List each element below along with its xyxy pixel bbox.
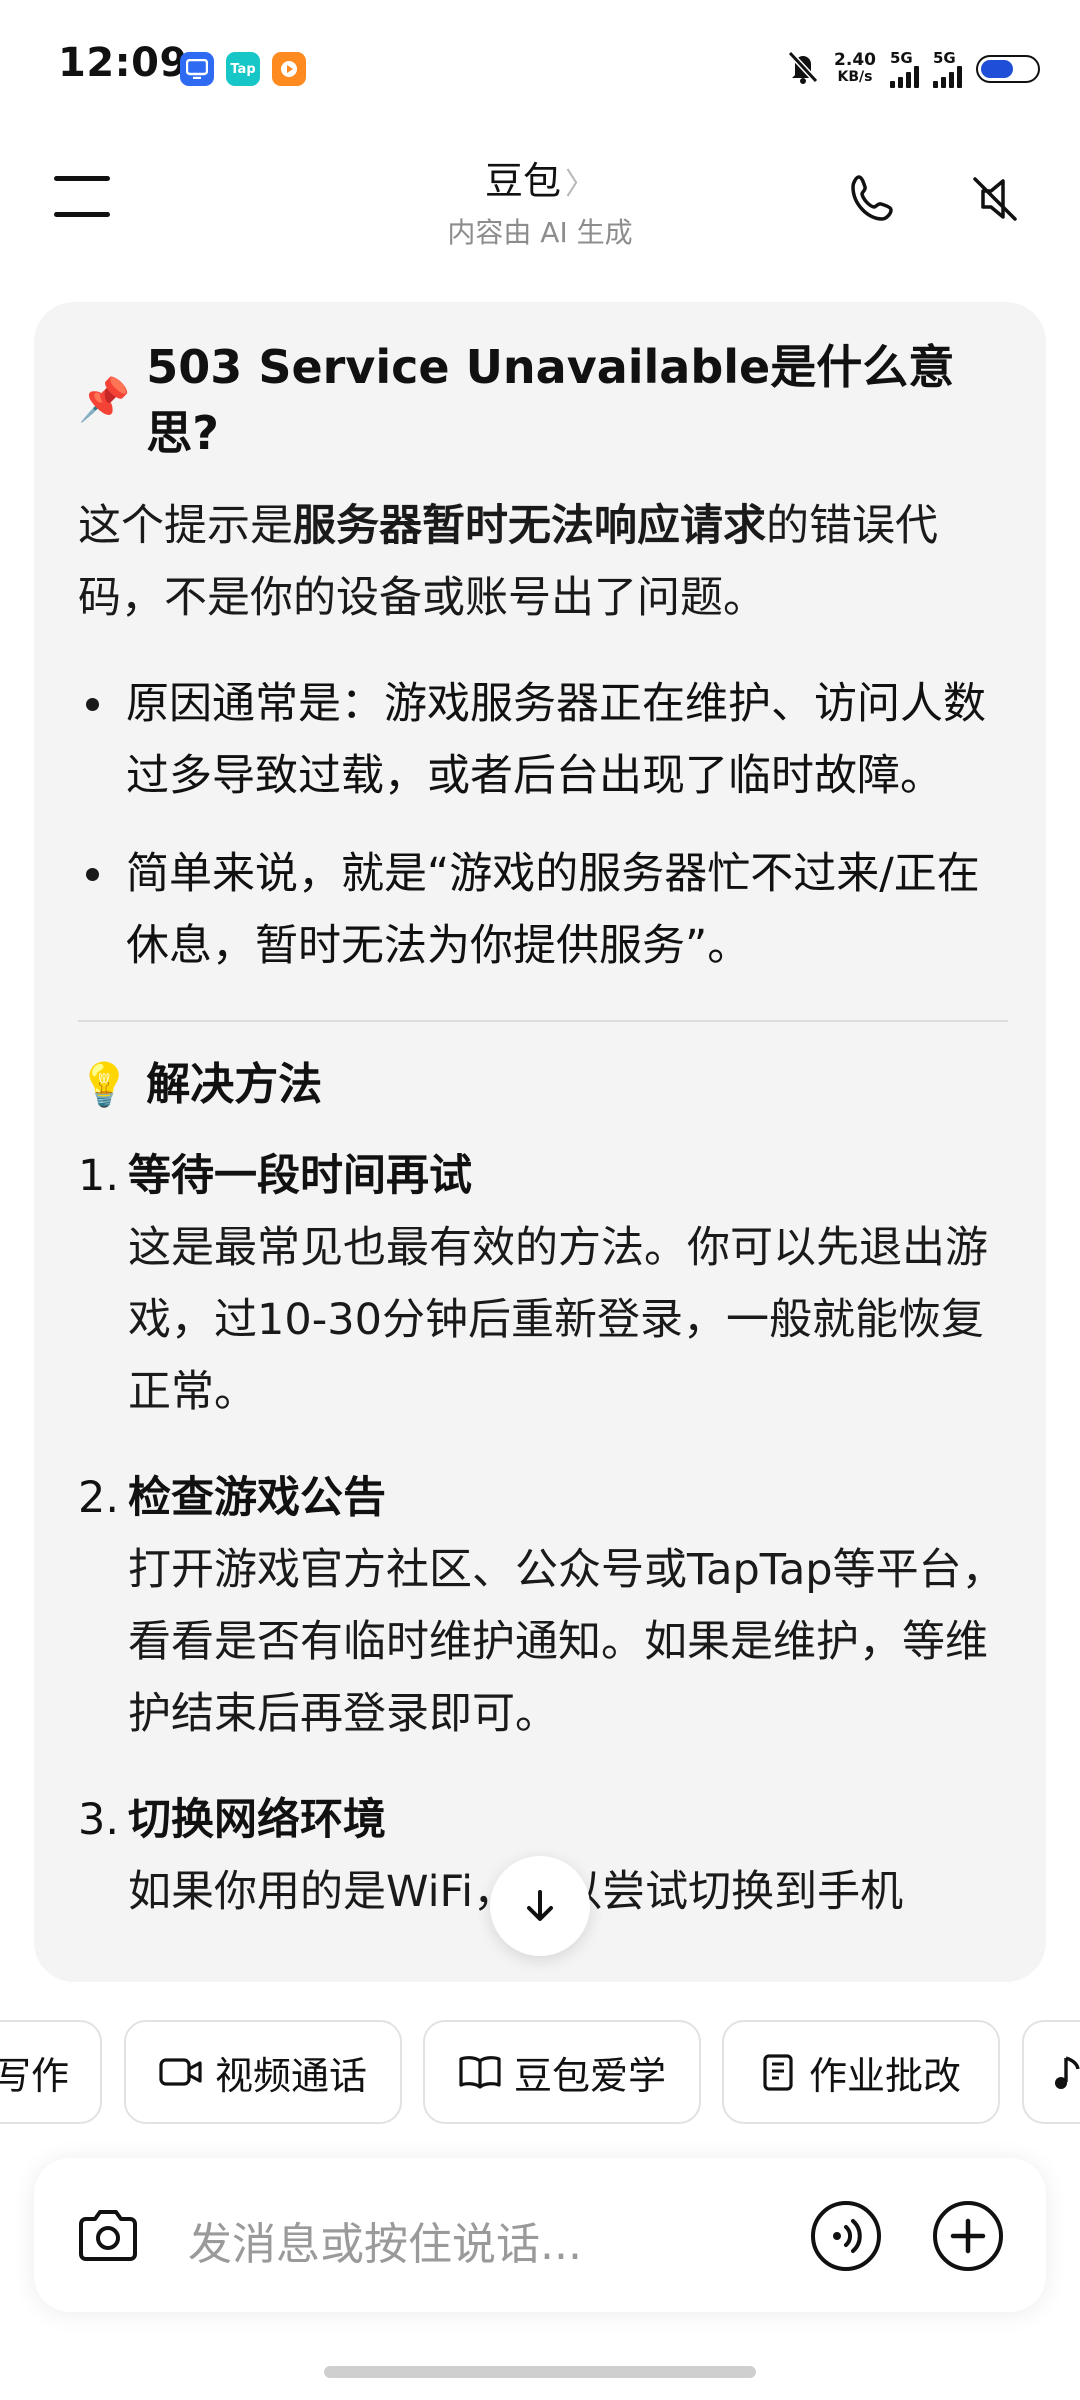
ai-message-card: 📌 503 Service Unavailable是什么意思? 这个提示是服务器… [34,302,1046,1982]
chip-music[interactable] [1022,2020,1080,2124]
video-camera-icon [159,2058,202,2086]
chevron-right-icon: 〉 [565,167,595,202]
chip-homework-check[interactable]: 作业批改 [722,2020,1000,2124]
home-indicator[interactable] [324,2366,756,2378]
list-item: 2. 检查游戏公告 打开游戏官方社区、公众号或TapTap等平台，看看是否有临时… [78,1473,1005,1739]
list-item: 原因通常是：游戏服务器正在维护、访问人数过多导致过载，或者后台出现了临时故障。 [78,668,1008,812]
camera-icon [79,2210,137,2261]
solutions-list: 1. 等待一段时间再试 这是最常见也最有效的方法。你可以先退出游戏，过10-30… [78,1140,1008,1928]
network-speed: 2.40 KB/s [834,50,876,86]
status-indicators: 2.40 KB/s 5G 5G [786,46,1040,92]
signal-strength-icon: 5G [890,50,919,88]
cause-list: 原因通常是：游戏服务器正在维护、访问人数过多导致过载，或者后台出现了临时故障。 … [78,668,1008,982]
chat-screen: 12:09 Tap 2.40 KB/s 5G 5G 豆包 〉 内容由 AI 生成… [0,0,1080,2400]
list-item: 1. 等待一段时间再试 这是最常见也最有效的方法。你可以先退出游戏，过10-30… [78,1151,988,1417]
music-note-icon [1055,2056,1080,2089]
chat-title-area[interactable]: 豆包〉 内容由 AI 生成 [340,150,740,251]
voice-wave-icon [811,2201,881,2271]
intro-paragraph: 这个提示是服务器暂时无法响应请求的错误代码，不是你的设备或账号出了问题。 [78,501,938,623]
voice-mode-button[interactable] [806,2196,886,2276]
message-input-bar: 发消息或按住说话... [34,2158,1046,2312]
chip-doubao-learning[interactable]: 豆包爱学 [423,2020,701,2124]
book-icon [459,2056,501,2089]
speaker-off-icon [973,177,1017,221]
phone-call-button[interactable] [838,164,908,234]
chip-video-call[interactable]: 视频通话 [124,2020,402,2124]
message-input[interactable]: 发消息或按住说话... [188,2208,582,2272]
status-bar: 12:09 Tap 2.40 KB/s 5G 5G [0,0,1080,130]
notification-app-icon [180,52,214,86]
chip-writing[interactable]: 写作 [0,2020,102,2124]
status-time: 12:09 [58,40,188,86]
taptap-app-icon: Tap [226,52,260,86]
divider [78,1020,1008,1022]
list-item: 简单来说，就是“游戏的服务器忙不过来/正在休息，暂时无法为你提供服务”。 [78,838,1008,982]
arrow-down-icon [527,1890,553,1921]
menu-icon[interactable] [54,172,112,222]
battery-icon [976,55,1040,83]
chat-header: 豆包〉 内容由 AI 生成 [0,130,1080,280]
add-attachment-button[interactable] [928,2196,1008,2276]
video-app-icon [272,52,306,86]
plus-icon [933,2201,1003,2271]
solutions-heading: 💡 解决方法 [78,1050,1008,1120]
mute-bell-icon [786,49,820,89]
ai-generated-note: 内容由 AI 生成 [447,216,633,249]
chat-title: 豆包〉 [484,159,595,203]
camera-button[interactable] [68,2196,148,2276]
message-heading: 📌 503 Service Unavailable是什么意思? [78,340,955,460]
speaker-mute-button[interactable] [960,164,1030,234]
homework-icon [763,2054,793,2091]
pushpin-icon: 📌 [78,375,131,424]
quick-actions-row: 写作 视频通话 豆包爱学 作业批改 [0,2020,1080,2126]
scroll-to-bottom-button[interactable] [490,1856,590,1956]
lightbulb-icon: 💡 [78,1060,131,1109]
signal-strength-icon-2: 5G [933,50,962,88]
phone-icon [851,175,893,221]
